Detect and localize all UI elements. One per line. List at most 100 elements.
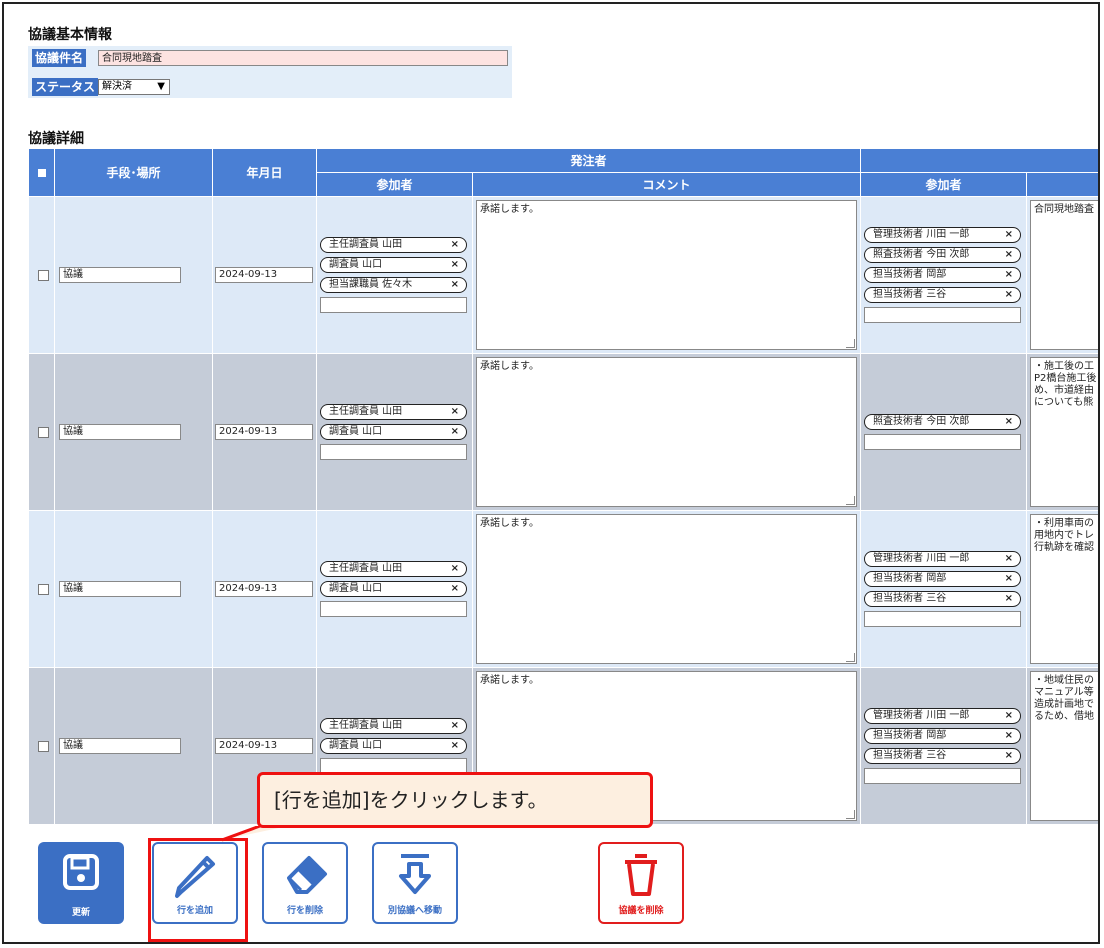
contractor-comment-textarea[interactable]: ・利用車両の 用地内でトレ 行軌跡を確認 <box>1030 514 1098 664</box>
header-orderer-participants: 参加者 <box>316 172 473 197</box>
contractor-comment-textarea[interactable]: 合同現地踏査 <box>1030 200 1098 350</box>
detail-title: 協議詳細 <box>28 131 84 147</box>
participant-chip: 担当技術者 岡部 × <box>864 571 1022 587</box>
date-input[interactable]: 2024-09-13 <box>215 581 313 597</box>
contractor-comment-text: ・施工後の工 P2橋台施工後 め、市道経由 についても熊 <box>1034 361 1097 408</box>
remove-icon[interactable]: × <box>1005 228 1013 242</box>
remove-icon[interactable]: × <box>451 739 459 753</box>
participant-name: 管理技術者 川田 一郎 <box>873 710 970 721</box>
remove-icon[interactable]: × <box>1005 552 1013 566</box>
resize-handle-icon[interactable] <box>846 339 856 348</box>
date-cell: 2024-09-13 <box>212 353 317 511</box>
name-label: 協議件名 <box>32 49 87 67</box>
delete-consult-button[interactable]: 協議を削除 <box>598 842 684 924</box>
add-participant-input[interactable] <box>864 307 1022 323</box>
remove-icon[interactable]: × <box>451 405 459 419</box>
orderer-comment-cell: 承諾します。 <box>471 196 862 354</box>
contractor-comment-textarea[interactable]: ・地域住民の マニュアル等 造成計画地で るため、借地 <box>1030 671 1098 821</box>
participant-name: 担当課職員 佐々木 <box>329 279 413 290</box>
remove-icon[interactable]: × <box>1005 572 1013 586</box>
contractor-participants-cell: 照査技術者 今田 次郎 × <box>860 353 1028 511</box>
participant-name: 担当技術者 岡部 <box>873 730 947 741</box>
remove-icon[interactable]: × <box>1005 248 1013 262</box>
contractor-comment-textarea[interactable]: ・施工後の工 P2橋台施工後 め、市道経由 についても熊 <box>1030 357 1098 507</box>
comment-text: 承諾します。 <box>480 518 539 529</box>
method-input[interactable]: 協議 <box>59 267 181 283</box>
date-input[interactable]: 2024-09-13 <box>215 424 313 440</box>
add-participant-input[interactable] <box>864 768 1022 784</box>
row-checkbox[interactable] <box>38 583 49 595</box>
remove-icon[interactable]: × <box>451 582 459 596</box>
participant-chip: 担当技術者 三谷 × <box>864 591 1022 607</box>
participant-chip: 調査員 山口 × <box>320 581 467 597</box>
date-cell: 2024-09-13 <box>212 196 317 354</box>
remove-icon[interactable]: × <box>1005 288 1013 302</box>
save-icon <box>63 854 99 890</box>
contractor-participants-cell: 管理技術者 川田 一郎 × 担当技術者 岡部 × 担当技術者 三谷 × <box>860 667 1028 825</box>
update-button[interactable]: 更新 <box>38 842 124 924</box>
participant-chip: 主任調査員 山田 × <box>320 718 467 734</box>
move-down-icon <box>399 854 431 894</box>
participant-chip: 担当技術者 岡部 × <box>864 728 1022 744</box>
move-button[interactable]: 別協議へ移動 <box>372 842 458 924</box>
participant-chip: 担当技術者 三谷 × <box>864 748 1022 764</box>
participant-name: 管理技術者 川田 一郎 <box>873 553 970 564</box>
delete-consult-label: 協議を削除 <box>618 906 664 916</box>
name-field[interactable]: 合同現地踏査 <box>98 50 508 66</box>
participant-chip: 調査員 山口 × <box>320 424 467 440</box>
add-participant-input[interactable] <box>864 434 1022 450</box>
select-all-checkbox[interactable] <box>37 168 46 177</box>
update-label: 更新 <box>71 908 90 918</box>
method-input[interactable]: 協議 <box>59 581 181 597</box>
delete-row-button[interactable]: 行を削除 <box>262 842 348 924</box>
method-input[interactable]: 協議 <box>59 424 181 440</box>
add-participant-input[interactable] <box>320 601 467 617</box>
participant-chip: 管理技術者 川田 一郎 × <box>864 227 1022 243</box>
header-method-place: 手段･場所 <box>54 148 213 197</box>
remove-icon[interactable]: × <box>1005 729 1013 743</box>
status-select[interactable]: 解決済 ▼ <box>98 79 170 95</box>
participant-name: 管理技術者 川田 一郎 <box>873 229 970 240</box>
remove-icon[interactable]: × <box>1005 592 1013 606</box>
orderer-participant-list: 主任調査員 山田 × 調査員 山口 × <box>317 404 467 460</box>
instruction-callout: [行を追加]をクリックします。 <box>257 772 653 828</box>
remove-icon[interactable]: × <box>451 258 459 272</box>
date-input[interactable]: 2024-09-13 <box>215 267 313 283</box>
add-participant-input[interactable] <box>864 611 1022 627</box>
callout-tail <box>222 826 288 842</box>
participant-name: 調査員 山口 <box>329 259 383 270</box>
row-checkbox[interactable] <box>38 269 49 281</box>
method-cell: 協議 <box>54 353 213 511</box>
orderer-participant-list: 主任調査員 山田 × 調査員 山口 × <box>317 561 467 617</box>
remove-icon[interactable]: × <box>451 562 459 576</box>
header-date: 年月日 <box>212 148 317 197</box>
comment-textarea[interactable]: 承諾します。 <box>476 357 858 507</box>
method-cell: 協議 <box>54 196 213 354</box>
comment-textarea[interactable]: 承諾します。 <box>476 200 858 350</box>
row-checkbox[interactable] <box>38 740 49 752</box>
contractor-participant-list: 照査技術者 今田 次郎 × <box>861 414 1022 450</box>
resize-handle-icon[interactable] <box>846 810 856 819</box>
select-all-header[interactable] <box>28 148 55 197</box>
orderer-participants-cell: 主任調査員 山田 × 調査員 山口 × <box>316 353 473 511</box>
remove-icon[interactable]: × <box>1005 749 1013 763</box>
remove-icon[interactable]: × <box>1005 709 1013 723</box>
remove-icon[interactable]: × <box>1005 268 1013 282</box>
method-input[interactable]: 協議 <box>59 738 181 754</box>
comment-textarea[interactable]: 承諾します。 <box>476 514 858 664</box>
orderer-participant-list: 主任調査員 山田 × 調査員 山口 × 担当課職員 佐々木 × <box>317 237 467 313</box>
add-participant-input[interactable] <box>320 297 467 313</box>
remove-icon[interactable]: × <box>451 278 459 292</box>
add-participant-input[interactable] <box>320 444 467 460</box>
remove-icon[interactable]: × <box>451 238 459 252</box>
remove-icon[interactable]: × <box>1005 415 1013 429</box>
date-input[interactable]: 2024-09-13 <box>215 738 313 754</box>
row-checkbox[interactable] <box>38 426 49 438</box>
participant-name: 担当技術者 岡部 <box>873 269 947 280</box>
remove-icon[interactable]: × <box>451 719 459 733</box>
move-label: 別協議へ移動 <box>387 906 442 916</box>
resize-handle-icon[interactable] <box>846 653 856 662</box>
participant-name: 担当技術者 岡部 <box>873 573 947 584</box>
resize-handle-icon[interactable] <box>846 496 856 505</box>
remove-icon[interactable]: × <box>451 425 459 439</box>
